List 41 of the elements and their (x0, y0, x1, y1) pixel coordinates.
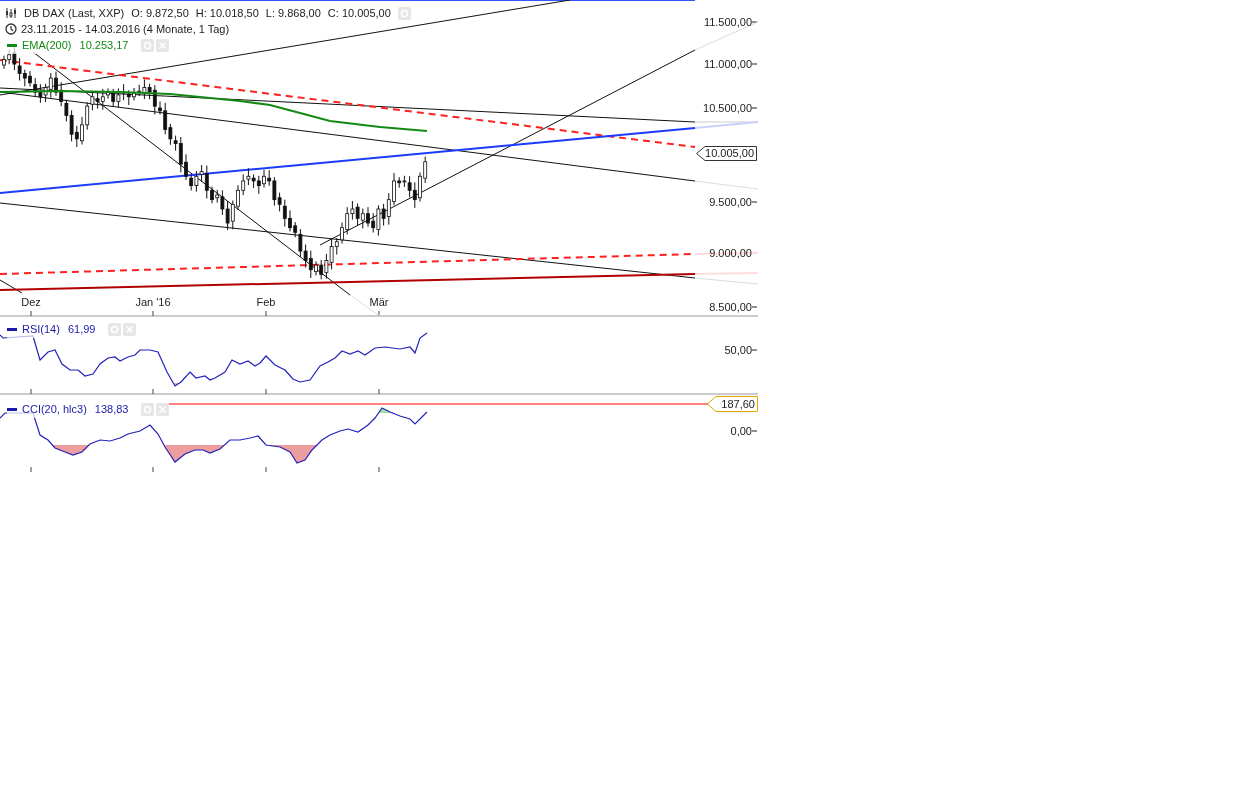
indicator-value: 61,99 (67, 322, 96, 337)
indicator-name: EMA(200) (22, 38, 72, 53)
axis-tick (751, 21, 758, 23)
quote-value: L: 9.868,00 (265, 6, 321, 21)
axis-tick (751, 63, 758, 65)
axis-tick (751, 430, 758, 432)
close-icon[interactable] (156, 38, 170, 52)
axis-tick (751, 349, 758, 351)
quote-value: H: 10.018,50 (195, 6, 259, 21)
axis-label: Feb (256, 297, 276, 308)
indicator-name: CCI(20, hlc3) (22, 402, 87, 417)
axis-label: 9.000,00 (709, 247, 752, 259)
settings-icon[interactable] (397, 6, 411, 20)
indicator-value: 10.253,17 (79, 38, 129, 53)
date-range: 23.11.2015 - 14.03.2016 (4 Monate, 1 Tag) (21, 22, 230, 37)
settings-icon[interactable] (141, 402, 155, 416)
settings-icon[interactable] (108, 322, 122, 336)
indicator-name: RSI(14) (22, 322, 60, 337)
instrument-name: DB DAX (Last, XXP) (24, 6, 125, 21)
axis-label: 11.500,00 (703, 16, 752, 28)
axis-tick (751, 107, 758, 109)
close-icon[interactable] (123, 322, 137, 336)
axis-label: 8.500,00 (709, 301, 752, 313)
axis-label: 50,00 (724, 345, 752, 356)
close-icon[interactable] (156, 402, 170, 416)
current-price-tag: 10.005,00 (696, 146, 757, 161)
axis-label: 0,00 (730, 426, 752, 437)
axis-label: Dez (21, 297, 41, 308)
quote-value: C: 10.005,00 (327, 6, 391, 21)
axis-label: 10.500,00 (703, 102, 752, 114)
quote-value: O: 9.872,50 (131, 6, 189, 21)
indicator-value: 138,83 (94, 402, 129, 417)
axis-label: Mär (369, 297, 389, 308)
settings-icon[interactable] (141, 38, 155, 52)
axis-label: 11.000,00 (703, 58, 752, 70)
axis-tick (751, 201, 758, 203)
cci-value-tag: 187,60 (707, 396, 758, 412)
axis-label: 9.500,00 (709, 196, 752, 208)
clock-icon (5, 23, 17, 36)
axis-tick (751, 306, 758, 308)
axis-label: Jan '16 (135, 297, 171, 308)
